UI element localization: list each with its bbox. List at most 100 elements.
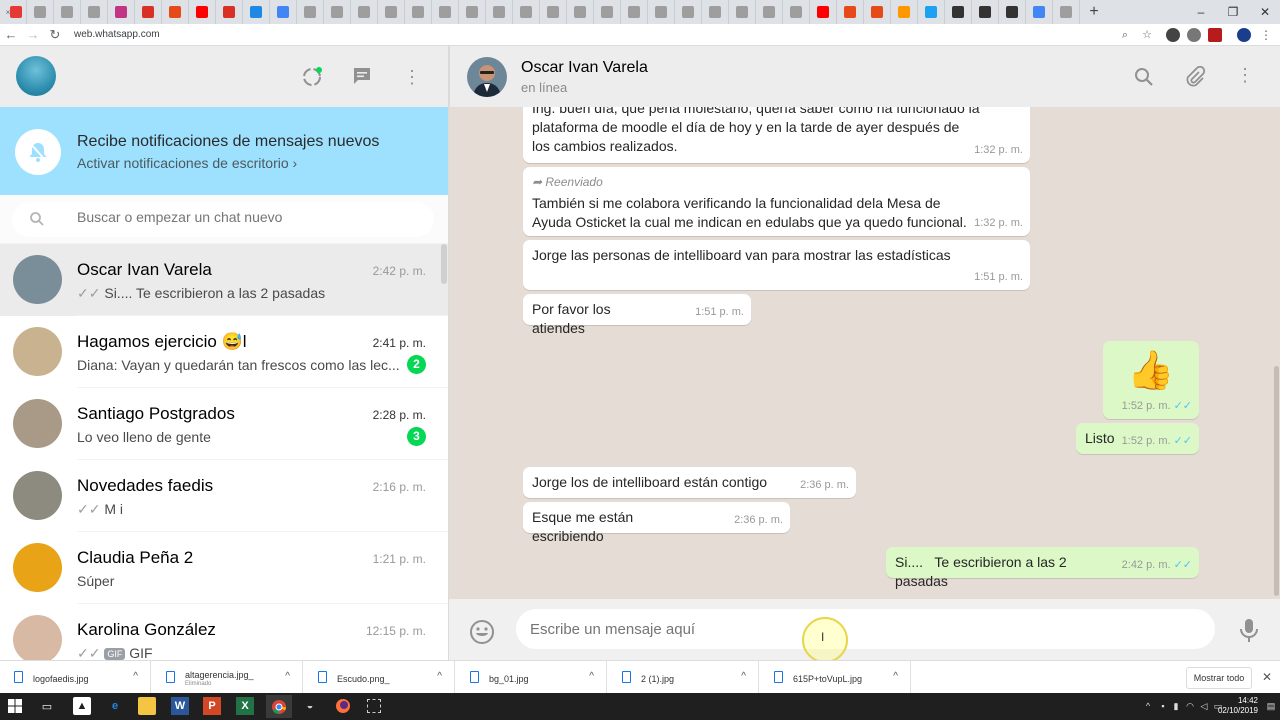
volume-icon[interactable]: ◁ [1199, 701, 1209, 711]
tray-up-icon[interactable]: ^ [1143, 701, 1153, 711]
browser-tab[interactable] [243, 0, 270, 24]
browser-tab[interactable] [918, 0, 945, 24]
browser-menu-icon[interactable]: ⋮ [1259, 28, 1273, 42]
profile-icon[interactable] [1237, 28, 1251, 42]
close-window-icon[interactable]: ✕ [1250, 0, 1280, 24]
download-item[interactable]: 615P+toVupL.jpg ^ [761, 661, 911, 694]
browser-tab[interactable] [1053, 0, 1080, 24]
task-view-icon[interactable]: ▭ [38, 697, 56, 715]
browser-tab[interactable] [459, 0, 486, 24]
browser-tab[interactable] [216, 0, 243, 24]
incoming-message[interactable]: Jorge los de intelliboard están contigo 2… [523, 467, 856, 498]
chevron-up-icon[interactable]: ^ [589, 671, 594, 682]
browser-tab[interactable] [567, 0, 594, 24]
browser-tab[interactable] [756, 0, 783, 24]
notifications-icon[interactable]: ▤ [1266, 701, 1276, 711]
browser-tab[interactable] [783, 0, 810, 24]
new-chat-icon[interactable] [351, 66, 373, 88]
extension-icon[interactable] [1166, 28, 1180, 42]
chat-list-item[interactable]: Karolina González 12:15 p. m. ✓✓ GIF GIF [0, 604, 448, 660]
minimize-icon[interactable]: – [1186, 0, 1216, 24]
browser-tab[interactable] [270, 0, 297, 24]
incoming-message[interactable]: ➦ Reenviado También si me colabora verifi… [523, 167, 1030, 236]
browser-tab[interactable] [108, 0, 135, 24]
app-icon[interactable]: ◒ [301, 697, 319, 715]
extension-icon[interactable] [1187, 28, 1201, 42]
browser-tab[interactable] [405, 0, 432, 24]
browser-tab[interactable] [189, 0, 216, 24]
system-clock[interactable]: 14:42 02/10/2019 [1218, 696, 1258, 716]
edge-icon[interactable]: e [106, 697, 124, 715]
url-text[interactable]: web.whatsapp.com [74, 29, 160, 40]
store-icon[interactable]: ▲ [73, 697, 91, 715]
forward-icon[interactable]: → [22, 27, 44, 42]
download-item[interactable]: logofaedis.jpg ^ [1, 661, 151, 694]
snipping-tool-icon[interactable] [367, 699, 381, 713]
chevron-up-icon[interactable]: ^ [893, 671, 898, 682]
browser-tab[interactable] [810, 0, 837, 24]
browser-tab[interactable] [891, 0, 918, 24]
chat-list-scrollbar[interactable] [441, 244, 447, 284]
browser-tab[interactable] [432, 0, 459, 24]
word-icon[interactable]: W [171, 697, 189, 715]
microphone-icon[interactable] [1237, 617, 1261, 643]
firefox-icon[interactable] [334, 697, 352, 715]
browser-tab[interactable] [486, 0, 513, 24]
outgoing-message[interactable]: Si.... Te escribieron a las 2 pasadas 2:4… [886, 547, 1199, 589]
message-scrollbar[interactable] [1274, 366, 1279, 596]
browser-tab[interactable] [162, 0, 189, 24]
download-item[interactable]: Escudo.png_ ^ [305, 661, 455, 694]
bookmark-star-icon[interactable]: ☆ [1140, 28, 1154, 42]
network-icon[interactable]: ◠ [1185, 701, 1195, 711]
browser-tab[interactable]: × [0, 0, 27, 24]
menu-icon[interactable]: ⋮ [401, 66, 423, 88]
attach-icon[interactable] [1184, 66, 1206, 88]
browser-tab[interactable] [324, 0, 351, 24]
enable-notifications-link[interactable]: Activar notificaciones de escritorio › [77, 155, 297, 171]
download-item[interactable]: altagerencia.jpg_ Eliminado ^ [153, 661, 303, 694]
my-avatar[interactable] [16, 56, 56, 96]
restore-icon[interactable]: ❐ [1218, 0, 1248, 24]
close-downloads-icon[interactable]: ✕ [1262, 670, 1272, 684]
tray-app-icon[interactable]: ▪ [1158, 701, 1168, 711]
chrome-taskbar-icon[interactable] [266, 695, 292, 718]
incoming-message[interactable]: Ing. buen día, que pena molestarlo, quer… [523, 107, 1030, 163]
outgoing-message[interactable]: Listo 1:52 p. m. ✓✓ [1076, 423, 1199, 454]
browser-tab[interactable] [945, 0, 972, 24]
message-input[interactable] [516, 609, 1215, 649]
chat-list-item[interactable]: Novedades faedis 2:16 p. m. ✓✓ M i [0, 460, 448, 532]
browser-tab[interactable] [594, 0, 621, 24]
outgoing-message[interactable]: 👍 1:52 p. m. ✓✓ [1103, 341, 1199, 419]
battery-icon[interactable]: ▮ [1171, 701, 1181, 711]
download-item[interactable]: bg_01.jpg ^ [457, 661, 607, 694]
status-icon[interactable] [301, 66, 323, 88]
browser-tab[interactable] [27, 0, 54, 24]
chat-list-item[interactable]: Oscar Ivan Varela 2:42 p. m. ✓✓ Si.... Te … [0, 244, 448, 316]
chevron-up-icon[interactable]: ^ [741, 671, 746, 682]
download-item[interactable]: 2 (1).jpg ^ [609, 661, 759, 694]
browser-tab[interactable] [81, 0, 108, 24]
chat-list-item[interactable]: Hagamos ejercicio 😅l 2:41 p. m. Diana: Vay… [0, 316, 448, 388]
browser-tab[interactable] [297, 0, 324, 24]
back-icon[interactable]: ← [0, 27, 22, 42]
contact-avatar[interactable] [467, 57, 507, 97]
chat-list-item[interactable]: Claudia Peña 2 1:21 p. m. Súper [0, 532, 448, 604]
browser-tab[interactable] [1026, 0, 1053, 24]
zoom-icon[interactable]: ⌕ [1118, 28, 1132, 42]
browser-tab[interactable] [378, 0, 405, 24]
incoming-message[interactable]: Por favor los atiendes 1:51 p. m. [523, 294, 751, 336]
powerpoint-icon[interactable]: P [203, 697, 221, 715]
chevron-up-icon[interactable]: ^ [437, 671, 442, 682]
browser-tab[interactable] [864, 0, 891, 24]
file-explorer-icon[interactable] [138, 697, 156, 715]
reload-icon[interactable]: ↻ [44, 27, 66, 43]
browser-tab[interactable] [972, 0, 999, 24]
windows-start-icon[interactable] [6, 697, 24, 715]
conversation-menu-icon[interactable]: ⋮ [1236, 65, 1254, 86]
emoji-icon[interactable] [469, 619, 495, 645]
browser-tab[interactable] [729, 0, 756, 24]
search-input[interactable] [77, 209, 417, 225]
browser-tab[interactable] [702, 0, 729, 24]
browser-tab[interactable] [837, 0, 864, 24]
incoming-message[interactable]: Esque me están escribiendo 2:36 p. m. [523, 502, 790, 544]
